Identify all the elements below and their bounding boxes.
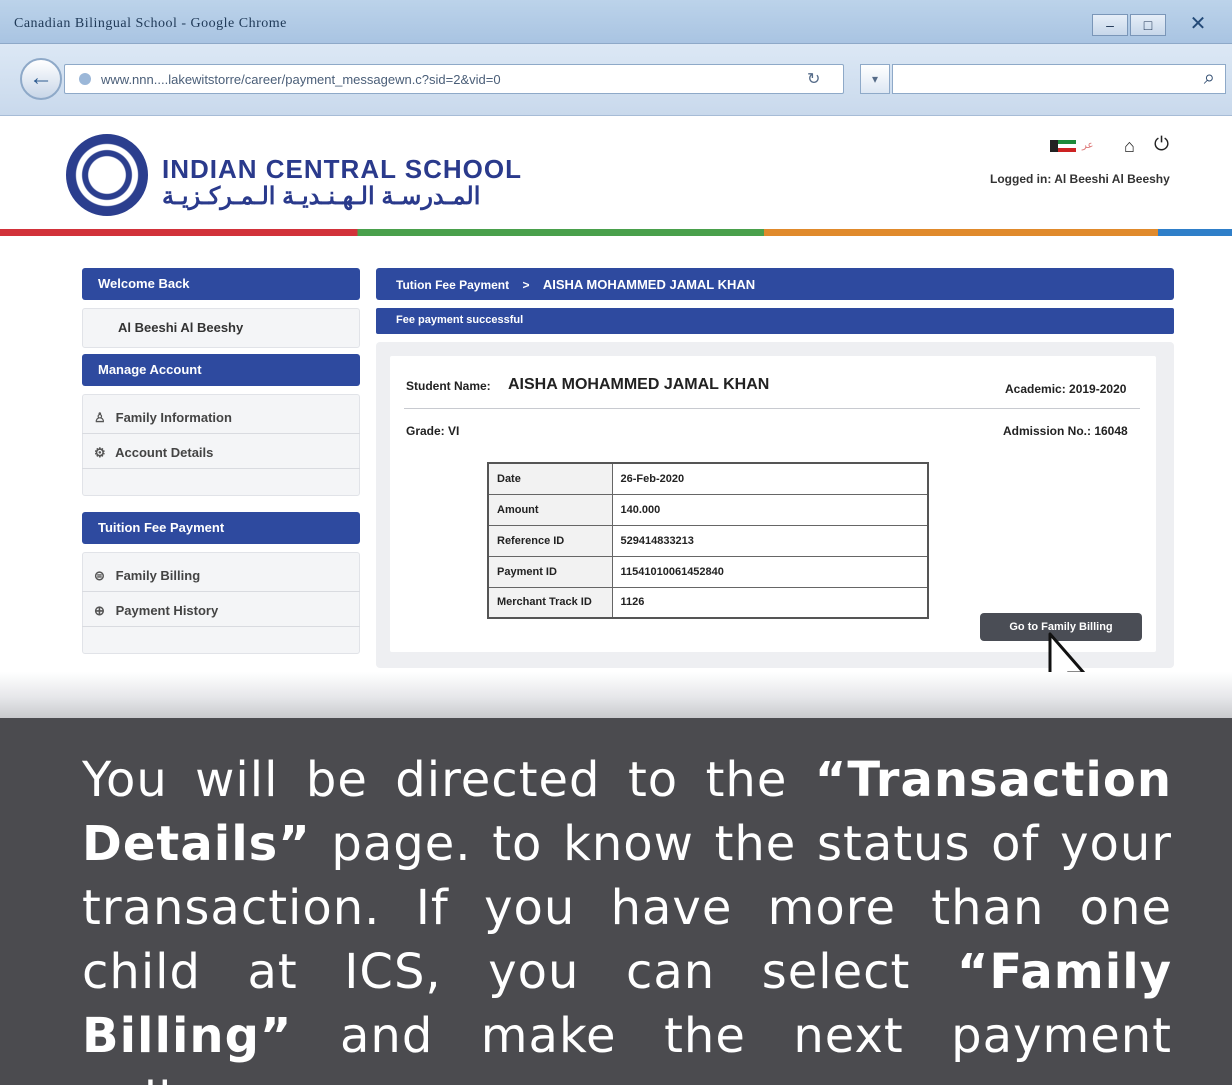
breadcrumb-separator: > bbox=[522, 278, 530, 292]
caption-part: You will be directed to the bbox=[82, 752, 815, 808]
school-name-arabic: المـدرسـة الـهـنـديـة الـمـركـزيـة bbox=[162, 183, 481, 210]
table-row: Reference ID 529414833213 bbox=[487, 524, 929, 557]
browser-navbar: ← www.nnn....lakewitstorre/career/paymen… bbox=[0, 44, 1232, 116]
browser-titlebar: Canadian Bilingual School - Google Chrom… bbox=[0, 0, 1232, 44]
academic-year: Academic: 2019-2020 bbox=[1005, 382, 1127, 396]
table-key: Payment ID bbox=[487, 555, 613, 588]
breadcrumb-section[interactable]: Tution Fee Payment bbox=[396, 278, 509, 292]
welcome-heading: Welcome Back bbox=[82, 268, 360, 300]
history-dropdown-button[interactable]: ▾ bbox=[860, 64, 890, 94]
sidebar-user-name: Al Beeshi Al Beeshy bbox=[118, 320, 244, 335]
sidebar-item-account-details[interactable]: ⚙ Account Details bbox=[82, 435, 360, 469]
instruction-text: You will be directed to the “Transaction… bbox=[82, 748, 1172, 1085]
logout-icon[interactable]: ⏻ bbox=[1154, 134, 1169, 156]
sidebar-item-label: Payment History bbox=[115, 603, 219, 618]
student-name: AISHA MOHAMMED JAMAL KHAN bbox=[508, 376, 770, 393]
table-row: Merchant Track ID 1126 bbox=[487, 586, 929, 619]
grade: Grade: VI bbox=[406, 424, 460, 438]
table-row: Date 26-Feb-2020 bbox=[487, 462, 929, 495]
gear-icon: ⚙ bbox=[94, 445, 106, 460]
table-value: 26-Feb-2020 bbox=[611, 462, 929, 495]
user-icon: ♙ bbox=[94, 410, 106, 425]
globe-icon bbox=[79, 73, 91, 85]
language-flag-icon[interactable]: عر bbox=[1082, 140, 1093, 151]
billing-icon: ⊜ bbox=[94, 568, 105, 583]
tuition-fee-heading: Tuition Fee Payment bbox=[82, 512, 360, 544]
header-color-bar bbox=[0, 229, 1232, 236]
minimize-button[interactable]: – bbox=[1092, 14, 1128, 36]
table-key: Amount bbox=[487, 493, 613, 526]
school-name: INDIAN CENTRAL SCHOOL bbox=[162, 154, 522, 184]
table-row: Amount 140.000 bbox=[487, 493, 929, 526]
logged-in-user: Logged in: Al Beeshi Al Beeshy bbox=[990, 172, 1170, 186]
table-value: 1126 bbox=[611, 586, 929, 619]
address-bar[interactable]: www.nnn....lakewitstorre/career/payment_… bbox=[64, 64, 844, 94]
back-arrow-icon[interactable]: ← bbox=[20, 58, 62, 100]
sidebar-item-label: Account Details bbox=[115, 445, 214, 460]
sidebar-item-label: Family Billing bbox=[115, 568, 201, 583]
history-icon: ⊕ bbox=[94, 603, 105, 618]
home-icon[interactable]: ⌂ bbox=[1124, 136, 1135, 157]
header-icons: عر ⌂ ⏻ bbox=[1050, 134, 1180, 157]
school-logo bbox=[66, 134, 148, 216]
transaction-table: Date 26-Feb-2020 Amount 140.000 Referenc… bbox=[487, 462, 929, 619]
admission-number: Admission No.: 16048 bbox=[1003, 424, 1128, 438]
table-value: 11541010061452840 bbox=[611, 555, 929, 588]
sidebar-item-family-information[interactable]: ♙ Family Information bbox=[82, 400, 360, 434]
window-title: Canadian Bilingual School - Google Chrom… bbox=[14, 16, 287, 31]
table-value: 529414833213 bbox=[611, 524, 929, 557]
maximize-button[interactable]: □ bbox=[1130, 14, 1166, 36]
search-input[interactable]: ⌕ bbox=[892, 64, 1226, 94]
sidebar-item-label: Family Information bbox=[115, 410, 232, 425]
search-icon[interactable]: ⌕ bbox=[1204, 67, 1215, 90]
url-text: www.nnn....lakewitstorre/career/payment_… bbox=[101, 72, 501, 87]
close-window-button[interactable]: ✕ bbox=[1176, 14, 1220, 36]
divider bbox=[404, 408, 1140, 409]
sidebar-item-family-billing[interactable]: ⊜ Family Billing bbox=[82, 558, 360, 592]
sidebar-item-payment-history[interactable]: ⊕ Payment History bbox=[82, 593, 360, 627]
kuwait-flag-icon[interactable] bbox=[1050, 140, 1076, 152]
breadcrumb: Tution Fee Payment > AISHA MOHAMMED JAMA… bbox=[376, 268, 1174, 300]
page-bottom-shadow bbox=[0, 672, 1232, 718]
student-name-label: Student Name: bbox=[406, 379, 491, 393]
status-message: Fee payment successful bbox=[376, 308, 1174, 334]
manage-account-heading: Manage Account bbox=[82, 354, 360, 386]
site-header: INDIAN CENTRAL SCHOOL المـدرسـة الـهـنـد… bbox=[0, 116, 1232, 236]
reload-icon[interactable]: ↻ bbox=[807, 69, 820, 89]
table-row: Payment ID 11541010061452840 bbox=[487, 555, 929, 588]
table-key: Date bbox=[487, 462, 613, 495]
table-key: Reference ID bbox=[487, 524, 613, 557]
table-value: 140.000 bbox=[611, 493, 929, 526]
breadcrumb-student: AISHA MOHAMMED JAMAL KHAN bbox=[542, 277, 756, 292]
table-key: Merchant Track ID bbox=[487, 586, 613, 619]
